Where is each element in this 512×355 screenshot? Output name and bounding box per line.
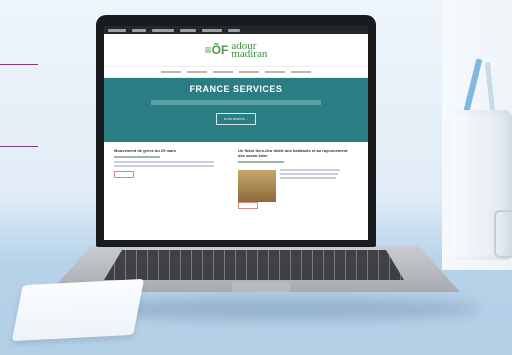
- logo-line-2: madiran: [231, 48, 268, 60]
- news-card-side-text: [280, 169, 352, 179]
- main-navigation[interactable]: [104, 66, 368, 78]
- nav-item[interactable]: [187, 71, 207, 73]
- binder-clip: [494, 210, 512, 258]
- logo-text: adour madiran: [231, 41, 268, 60]
- nav-item[interactable]: [265, 71, 285, 73]
- hero-button[interactable]: PLUS D'INFOS ...: [216, 113, 256, 125]
- news-cards: Mouvement de grève du 29 mars Un fictor …: [104, 142, 368, 215]
- site-header: ≡ÕF adour madiran: [104, 34, 368, 66]
- news-card-meta: [238, 161, 284, 163]
- hero-banner: FRANCE SERVICES PLUS D'INFOS ...: [104, 78, 368, 142]
- laptop-shadow: [90, 298, 480, 320]
- news-card-meta: [114, 156, 160, 158]
- hero-subtitle-bar: [151, 100, 321, 105]
- decorative-line: [0, 64, 38, 65]
- keyboard: [104, 250, 404, 280]
- nav-item[interactable]: [161, 71, 181, 73]
- scene: ≡ÕF adour madiran FRANCE SERVICES PLUS D…: [0, 0, 512, 355]
- admin-bar: [104, 26, 368, 34]
- news-card: Mouvement de grève du 29 mars: [114, 148, 228, 209]
- nav-item[interactable]: [291, 71, 311, 73]
- news-card-text: [114, 165, 214, 167]
- news-card: Un fictor tiers-lieu dédié aux habitants…: [238, 148, 352, 209]
- nav-item[interactable]: [213, 71, 233, 73]
- read-more-button[interactable]: [114, 171, 134, 178]
- news-card-title[interactable]: Mouvement de grève du 29 mars: [114, 148, 228, 153]
- notebook: [11, 278, 145, 342]
- decorative-line: [0, 146, 38, 147]
- nav-item[interactable]: [239, 71, 259, 73]
- trackpad: [232, 282, 290, 292]
- laptop-screen: ≡ÕF adour madiran FRANCE SERVICES PLUS D…: [104, 26, 368, 240]
- read-more-button[interactable]: [238, 202, 258, 209]
- news-card-title[interactable]: Un fictor tiers-lieu dédié aux habitants…: [238, 148, 352, 158]
- logo-mark: ≡ÕF: [204, 43, 229, 57]
- news-card-image[interactable]: [238, 170, 276, 202]
- hero-title: FRANCE SERVICES: [189, 84, 283, 94]
- news-card-text: [114, 161, 214, 163]
